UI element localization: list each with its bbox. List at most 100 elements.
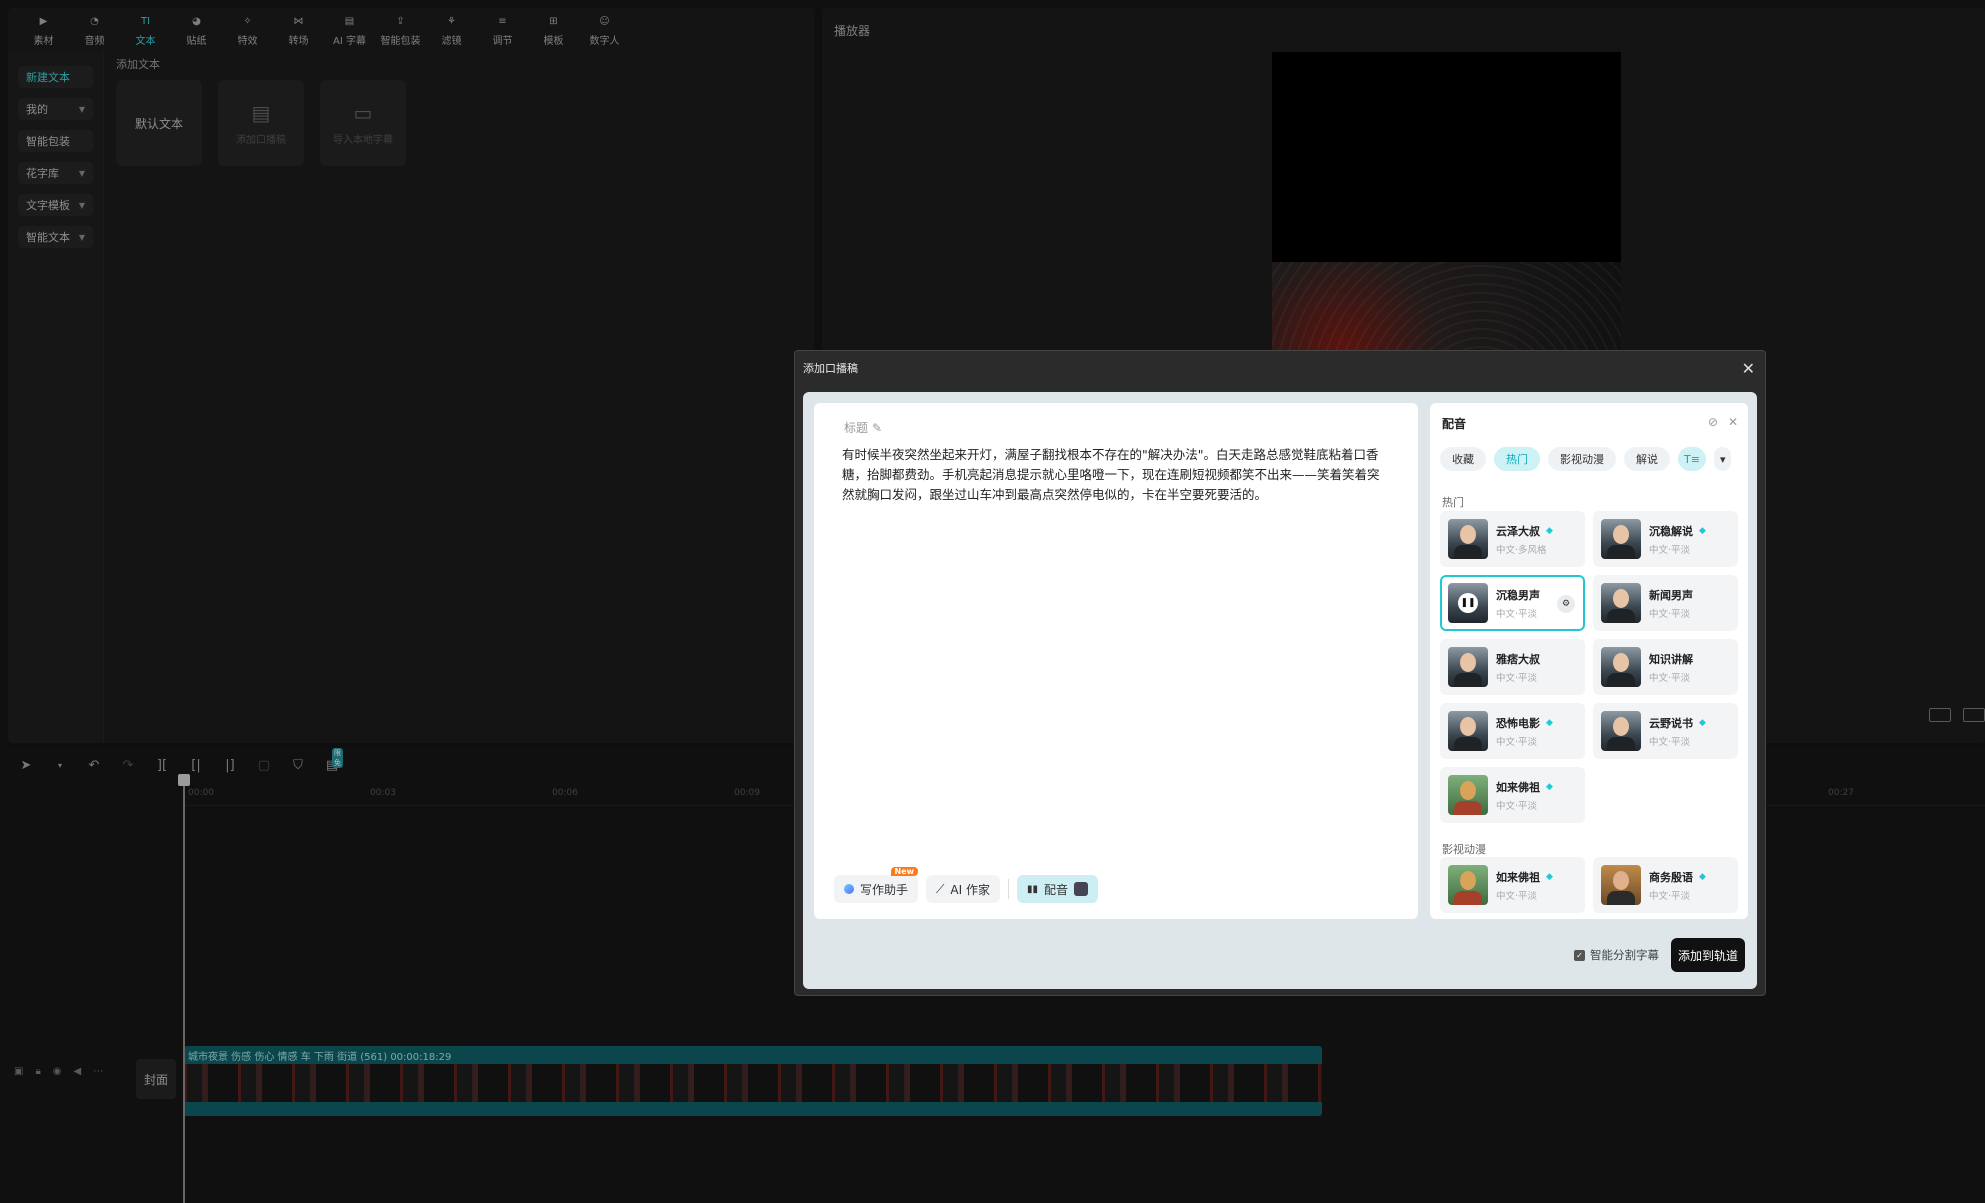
voice-info: 沉稳解说 ◆ 中文·平淡 — [1649, 523, 1706, 556]
disable-icon[interactable]: ⊘ — [1708, 415, 1718, 432]
voice-name: 沉稳男声 — [1496, 588, 1540, 602]
film-section-label: 影视动漫 — [1442, 843, 1486, 856]
voice-desc: 中文·平淡 — [1496, 608, 1538, 620]
voice-tabs: 收藏 热门 影视动漫 解说 T≡ ▾ — [1440, 447, 1732, 471]
close-icon[interactable]: ✕ — [1742, 359, 1755, 378]
voice-desc: 中文·多风格 — [1496, 544, 1547, 556]
voice-avatar — [1601, 711, 1641, 751]
script-editor[interactable]: 标题 ✎ 有时候半夜突然坐起来开灯，满屋子翻找根本不存在的"解决办法"。白天走路… — [814, 403, 1418, 919]
voice-avatar-icon — [1074, 882, 1089, 896]
hot-voice-grid: 云泽大叔 ◆ 中文·多风格 沉稳解说 ◆ 中文·平淡 ❚❚ 沉稳男声 中文·平淡 ⚙ 新闻男声 中文·… — [1440, 511, 1738, 823]
pencil-icon: ✎ — [872, 420, 883, 435]
smart-split-label: 智能分割字幕 — [1589, 948, 1659, 962]
voice-card[interactable]: 新闻男声 中文·平淡 — [1593, 575, 1738, 631]
voice-card[interactable]: 恐怖电影 ◆ 中文·平淡 — [1440, 703, 1585, 759]
vip-diamond-icon: ◆ — [1699, 871, 1706, 882]
voice-avatar — [1448, 647, 1488, 687]
magic-wand-icon: ⟋ — [936, 881, 945, 896]
voice-name: 知识讲解 — [1649, 652, 1693, 666]
vip-diamond-icon: ◆ — [1699, 525, 1706, 536]
voice-avatar — [1448, 519, 1488, 559]
voice-info: 恐怖电影 ◆ 中文·平淡 — [1496, 715, 1553, 748]
voice-name: 商务殷语 — [1649, 870, 1693, 884]
vip-diamond-icon: ◆ — [1546, 525, 1553, 536]
voice-info: 云泽大叔 ◆ 中文·多风格 — [1496, 523, 1553, 556]
script-body[interactable]: 有时候半夜突然坐起来开灯，满屋子翻找根本不存在的"解决办法"。白天走路总感觉鞋底… — [842, 445, 1390, 505]
voice-tab[interactable]: 热门 — [1494, 447, 1540, 471]
vip-diamond-icon: ◆ — [1699, 717, 1706, 728]
voice-panel-title: 配音 — [1442, 417, 1467, 431]
voice-avatar — [1601, 519, 1641, 559]
voice-settings-icon[interactable]: ⚙ — [1557, 595, 1575, 613]
dialog-footer: ✓ 智能分割字幕 添加到轨道 — [1573, 938, 1745, 972]
dubbing-button[interactable]: ▮▮ 配音 — [1017, 875, 1099, 903]
voice-name: 恐怖电影 — [1496, 716, 1540, 730]
add-to-track-button[interactable]: 添加到轨道 — [1670, 938, 1745, 972]
dialog-title: 添加口播稿 — [803, 362, 858, 375]
waveform-icon: ▮▮ — [1027, 883, 1039, 895]
voice-desc: 中文·平淡 — [1649, 736, 1691, 748]
voice-desc: 中文·平淡 — [1496, 800, 1538, 812]
voice-desc: 中文·平淡 — [1496, 736, 1538, 748]
hot-section-label: 热门 — [1442, 496, 1464, 509]
filter-sort-icon[interactable]: T≡ — [1678, 447, 1706, 471]
voice-tab[interactable]: 收藏 — [1440, 447, 1486, 471]
pause-icon[interactable]: ❚❚ — [1458, 593, 1478, 613]
voice-avatar — [1601, 647, 1641, 687]
voice-tab[interactable]: 影视动漫 — [1548, 447, 1616, 471]
voice-info: 雅痞大叔 中文·平淡 — [1496, 651, 1540, 684]
voice-card[interactable]: ❚❚ 沉稳男声中文·平淡 ⚙ — [1440, 575, 1585, 631]
editor-actions: 写作助手 New ⟋ AI 作家 ▮▮ 配音 — [834, 867, 1099, 903]
writing-assistant-button[interactable]: 写作助手 New — [834, 867, 919, 903]
voice-desc: 中文·平淡 — [1496, 890, 1538, 902]
voice-info: 如来佛祖 ◆ 中文·平淡 — [1496, 779, 1553, 812]
voice-avatar — [1601, 865, 1641, 905]
dubbing-label: 配音 — [1044, 882, 1069, 897]
dialog-header: 添加口播稿 ✕ — [795, 351, 1765, 385]
voice-desc: 中文·平淡 — [1649, 890, 1691, 902]
voice-name: 如来佛祖 — [1496, 870, 1540, 884]
assistant-icon — [844, 884, 854, 894]
voice-desc: 中文·平淡 — [1649, 672, 1691, 684]
vip-diamond-icon: ◆ — [1546, 871, 1553, 882]
voice-info: 知识讲解中文·平淡 — [1649, 651, 1693, 684]
voice-avatar — [1448, 711, 1488, 751]
voice-panel: 配音 ⊘ ✕ 收藏 热门 影视动漫 解说 T≡ ▾ 热门 云泽大叔 ◆ 中文·多风格 沉稳解说 ◆… — [1430, 403, 1748, 919]
voice-card[interactable]: 如来佛祖 ◆ 中文·平淡 — [1440, 767, 1585, 823]
voice-name: 如来佛祖 — [1496, 780, 1540, 794]
voice-card[interactable]: 如来佛祖 ◆ 中文·平淡 — [1440, 857, 1585, 913]
voice-card[interactable]: 沉稳解说 ◆ 中文·平淡 — [1593, 511, 1738, 567]
writing-assistant-label: 写作助手 — [860, 882, 909, 897]
voice-avatar — [1448, 775, 1488, 815]
voice-info: 新闻男声 中文·平淡 — [1649, 587, 1693, 620]
voice-card[interactable]: 雅痞大叔 中文·平淡 — [1440, 639, 1585, 695]
panel-close-icon[interactable]: ✕ — [1728, 415, 1738, 432]
voice-avatar — [1601, 583, 1641, 623]
voice-name: 云泽大叔 — [1496, 524, 1540, 538]
checkbox-icon: ✓ — [1573, 949, 1585, 961]
voice-tab[interactable]: 解说 — [1624, 447, 1670, 471]
voice-desc: 中文·平淡 — [1649, 544, 1691, 556]
new-badge: New — [890, 867, 919, 876]
divider — [1008, 879, 1009, 899]
dropdown-icon[interactable]: ▾ — [1713, 447, 1732, 471]
voice-avatar: ❚❚ — [1448, 583, 1488, 623]
voice-card[interactable]: 云野说书 ◆ 中文·平淡 — [1593, 703, 1738, 759]
ai-writer-label: AI 作家 — [950, 882, 990, 897]
voice-panel-header: 配音 ⊘ ✕ — [1442, 415, 1738, 432]
voice-card[interactable]: 云泽大叔 ◆ 中文·多风格 — [1440, 511, 1585, 567]
voice-name: 沉稳解说 — [1649, 524, 1693, 538]
voice-info: 沉稳男声中文·平淡 — [1496, 587, 1540, 620]
smart-split-checkbox[interactable]: ✓ 智能分割字幕 — [1573, 947, 1659, 963]
film-voice-grid: 如来佛祖 ◆ 中文·平淡 商务殷语 ◆ 中文·平淡 — [1440, 857, 1738, 913]
voice-info: 商务殷语 ◆ 中文·平淡 — [1649, 869, 1706, 902]
voice-card[interactable]: 商务殷语 ◆ 中文·平淡 — [1593, 857, 1738, 913]
ai-writer-button[interactable]: ⟋ AI 作家 — [926, 875, 1000, 903]
title-field[interactable]: 标题 ✎ — [844, 419, 882, 436]
voice-name: 雅痞大叔 — [1496, 652, 1540, 666]
voice-avatar — [1448, 865, 1488, 905]
voice-info: 云野说书 ◆ 中文·平淡 — [1649, 715, 1706, 748]
vip-diamond-icon: ◆ — [1546, 717, 1553, 728]
voice-card[interactable]: 知识讲解中文·平淡 — [1593, 639, 1738, 695]
voice-name: 新闻男声 — [1649, 588, 1693, 602]
